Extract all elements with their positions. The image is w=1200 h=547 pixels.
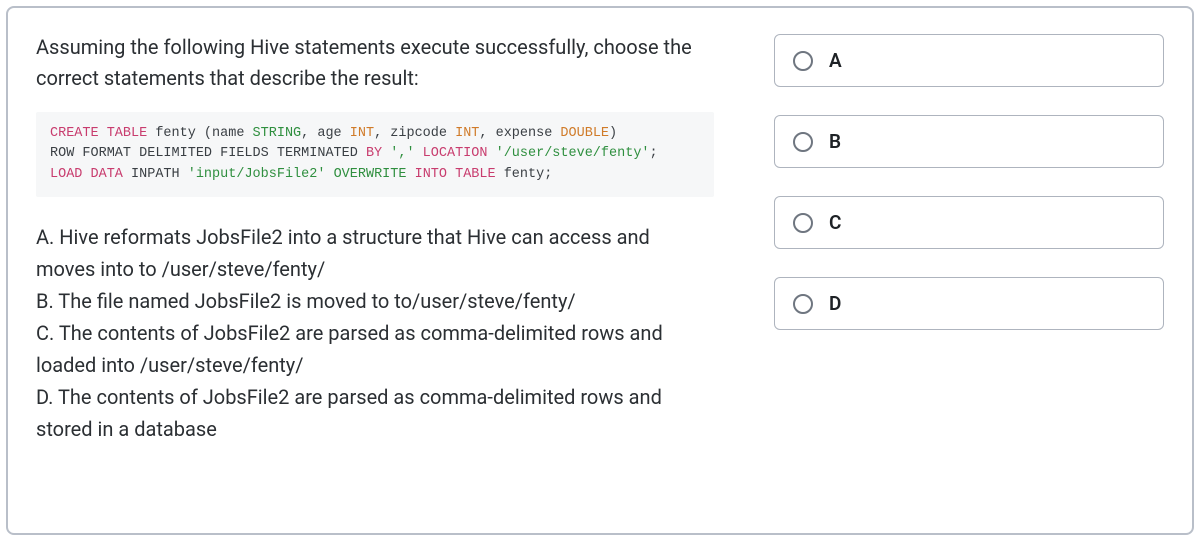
code-token: LOAD DATA — [50, 167, 131, 182]
code-token: , zipcode — [374, 126, 455, 141]
option-label: A — [829, 49, 842, 72]
code-token: 'input/JobsFile2' — [188, 167, 326, 182]
option-label: C — [829, 211, 841, 234]
code-token: ) — [609, 126, 617, 141]
radio-icon — [793, 213, 813, 233]
option-d[interactable]: D — [774, 277, 1164, 330]
option-a[interactable]: A — [774, 34, 1164, 87]
answer-text-d: D. The contents of JobsFile2 are parsed … — [36, 381, 714, 445]
radio-icon — [793, 51, 813, 71]
code-token: fenty; — [496, 167, 553, 182]
code-token: BY — [366, 146, 390, 161]
question-card: Assuming the following Hive statements e… — [6, 6, 1194, 535]
code-token: CREATE TABLE — [50, 126, 147, 141]
radio-icon — [793, 294, 813, 314]
answer-text-a: A. Hive reformats JobsFile2 into a struc… — [36, 221, 714, 285]
code-token: INPATH — [131, 167, 188, 182]
code-block: CREATE TABLE fenty (name STRING, age INT… — [36, 112, 714, 197]
code-token: ROW FORMAT DELIMITED FIELDS TERMINATED — [50, 146, 366, 161]
question-body: Assuming the following Hive statements e… — [36, 32, 714, 509]
option-label: D — [829, 292, 841, 315]
code-token: , expense — [479, 126, 560, 141]
answers-list: A. Hive reformats JobsFile2 into a struc… — [36, 221, 714, 445]
code-token: INT — [350, 126, 374, 141]
answer-text-b: B. The file named JobsFile2 is moved to … — [36, 285, 714, 317]
code-token: LOCATION — [415, 146, 496, 161]
code-token: DOUBLE — [560, 126, 609, 141]
code-token: ; — [650, 146, 658, 161]
option-c[interactable]: C — [774, 196, 1164, 249]
code-token: ',' — [390, 146, 414, 161]
radio-icon — [793, 132, 813, 152]
code-token: STRING — [253, 126, 302, 141]
code-token: INTO TABLE — [415, 167, 496, 182]
code-token: '/user/steve/fenty' — [496, 146, 650, 161]
option-label: B — [829, 130, 841, 153]
code-token: fenty (name — [147, 126, 252, 141]
option-b[interactable]: B — [774, 115, 1164, 168]
code-token: , age — [301, 126, 350, 141]
options-column: A B C D — [774, 32, 1164, 509]
answer-text-c: C. The contents of JobsFile2 are parsed … — [36, 317, 714, 381]
question-prompt: Assuming the following Hive statements e… — [36, 32, 714, 94]
code-token: INT — [455, 126, 479, 141]
code-token: OVERWRITE — [325, 167, 414, 182]
